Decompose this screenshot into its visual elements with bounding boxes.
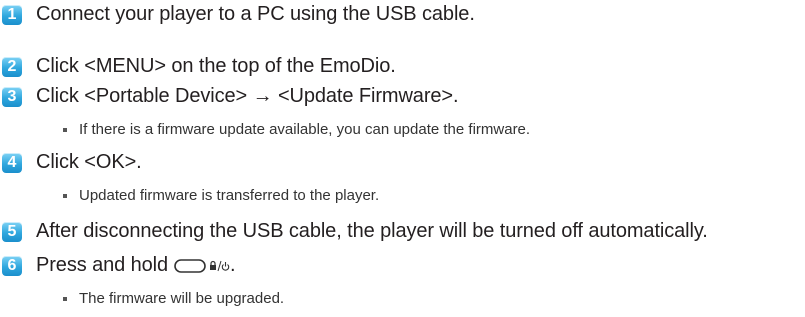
step-text: Click <MENU> on the top of the EmoDio.: [36, 55, 396, 77]
step-5: 5 After disconnecting the USB cable, the…: [2, 220, 708, 243]
step-4-note: Updated firmware is transferred to the p…: [63, 187, 379, 204]
step-number-badge: 5: [2, 221, 22, 242]
step-3-note: If there is a firmware update available,…: [63, 121, 530, 138]
step-1: 1 Connect your player to a PC using the …: [2, 3, 475, 26]
step-number-badge: 3: [2, 86, 22, 107]
step-3: 3 Click <Portable Device> → <Update Firm…: [2, 85, 459, 108]
lock-power-button-icon: [174, 258, 230, 274]
step-number-badge: 4: [2, 152, 22, 173]
step-number-badge: 1: [2, 4, 22, 25]
step-number-badge: 6: [2, 255, 22, 276]
step-2: 2 Click <MENU> on the top of the EmoDio.: [2, 55, 396, 78]
step-text: Click <OK>.: [36, 151, 142, 173]
step-6-note: The firmware will be upgraded.: [63, 290, 284, 307]
bullet-icon: [63, 296, 67, 301]
step-4: 4 Click <OK>.: [2, 151, 142, 174]
bullet-icon: [63, 127, 67, 132]
step-text: Press and hold .: [36, 254, 236, 277]
note-text: The firmware will be upgraded.: [79, 290, 285, 307]
note-text: If there is a firmware update available,…: [79, 121, 531, 138]
step-6: 6 Press and hold .: [2, 254, 236, 277]
bullet-icon: [63, 193, 67, 198]
step-text: Connect your player to a PC using the US…: [36, 3, 475, 25]
step-text: After disconnecting the USB cable, the p…: [36, 220, 708, 242]
step-text-main: Press and hold: [36, 254, 169, 276]
step-number-badge: 2: [2, 56, 22, 77]
step-text-suffix: .: [230, 254, 236, 276]
note-text: Updated firmware is transferred to the p…: [79, 187, 380, 204]
step-text: Click <Portable Device> → <Update Firmwa…: [36, 85, 459, 107]
